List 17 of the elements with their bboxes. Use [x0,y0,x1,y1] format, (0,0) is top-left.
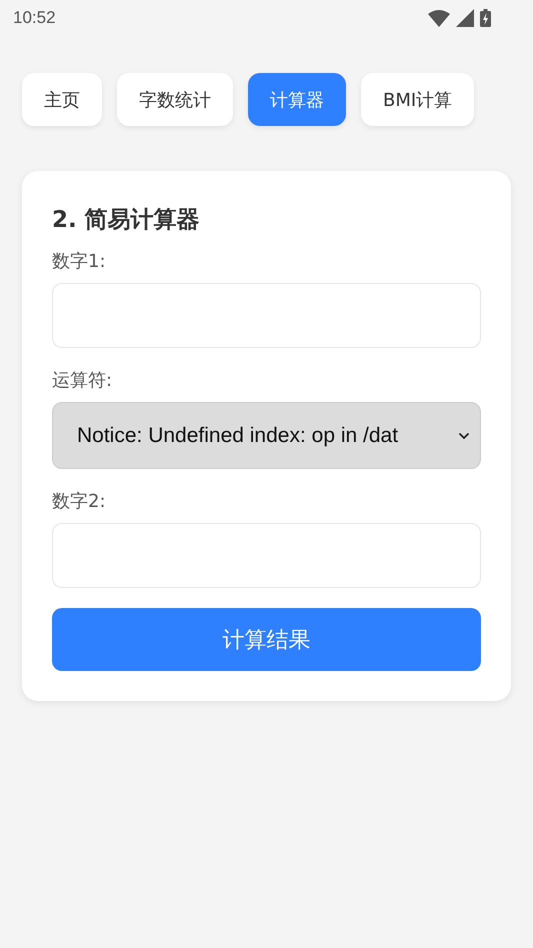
operator-select[interactable]: Notice: Undefined index: op in /dat [52,402,481,469]
status-time: 10:52 [13,8,56,28]
field-label: 运算符: [52,369,114,392]
nav-tab[interactable]: BMI计算 [361,73,474,126]
wifi-icon [428,10,450,26]
field-label: 数字1: [52,250,107,273]
card-title: 2. 简易计算器 [52,206,201,235]
chevron-down-icon [458,432,470,440]
nav-tab[interactable]: 主页 [22,73,102,126]
battery-icon [480,9,491,27]
number-input[interactable] [52,523,481,588]
nav-tab[interactable]: 字数统计 [117,73,233,126]
field-label: 数字2: [52,490,107,513]
number-input[interactable] [52,283,481,348]
nav-tab[interactable]: 计算器 [248,73,346,126]
calculate-button[interactable]: 计算结果 [52,608,481,671]
signal-icon [456,9,474,27]
